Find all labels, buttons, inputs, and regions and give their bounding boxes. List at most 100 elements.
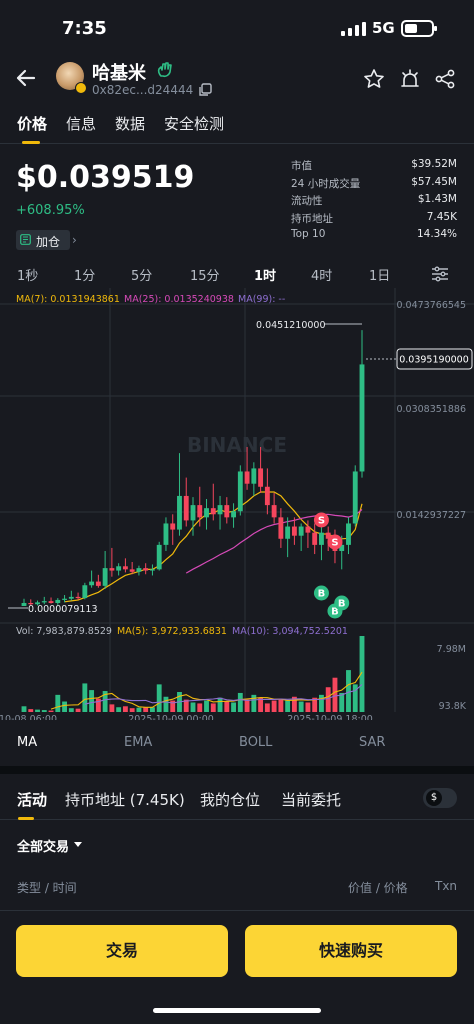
tab-price[interactable]: 价格 — [17, 113, 47, 134]
candle-body — [224, 505, 230, 518]
volume-bar — [68, 708, 74, 712]
volume-bar — [332, 677, 338, 712]
volume-bar — [143, 707, 149, 712]
volume-bar — [210, 703, 216, 712]
volume-bar — [109, 704, 115, 712]
volume-bar — [48, 710, 54, 712]
trade-filter-dropdown[interactable]: 全部交易 — [17, 836, 69, 855]
stat-value: 7.45K — [426, 210, 457, 223]
candle-body — [109, 568, 115, 571]
caret-down-icon[interactable] — [74, 842, 82, 847]
indicator-sar[interactable]: SAR — [359, 735, 385, 750]
column-txn: Txn — [435, 879, 458, 893]
volume-bar — [305, 702, 311, 712]
column-value-price: 价值 / 价格 — [348, 881, 408, 895]
interval-1d[interactable]: 1日 — [369, 265, 390, 284]
chevron-right-icon[interactable]: › — [72, 233, 77, 247]
tab-info[interactable]: 信息 — [66, 113, 96, 134]
x-axis-tick: 10-08 06:00 — [0, 714, 57, 720]
tab-data[interactable]: 数据 — [115, 113, 145, 134]
interval-selector: 1秒 1分 5分 15分 1时 4时 1日 — [0, 262, 474, 288]
candle-body — [264, 486, 270, 506]
volume-bar — [150, 707, 155, 712]
candle-body — [150, 569, 155, 571]
candle-body — [190, 505, 196, 521]
interval-1h[interactable]: 1时 — [254, 265, 276, 284]
section-divider — [0, 766, 474, 774]
stat-value: $39.52M — [411, 158, 457, 170]
token-header: 哈基米 0x82ec...d24444 — [0, 56, 474, 102]
candle-body — [231, 511, 236, 518]
token-name: 哈基米 — [92, 63, 146, 84]
candle-body — [271, 505, 277, 518]
interval-1m[interactable]: 1分 — [74, 265, 95, 284]
candle-body — [312, 532, 318, 545]
candlestick-chart-svg[interactable]: BINANCE SSBBB MA(7): 0.0131943861 MA(25):… — [0, 288, 474, 720]
volume-axis-tick: 7.98M — [437, 644, 466, 655]
volume-bar — [204, 700, 209, 712]
stat-top10: Top 10 14.34% — [291, 228, 457, 246]
token-stats: 市值 $39.52M 24 小时成交量 $57.45M 流动性 $1.43M 持… — [291, 158, 457, 246]
candle-body — [89, 581, 95, 586]
candle-body — [62, 598, 67, 600]
volume-bar — [89, 690, 95, 712]
candle-body — [197, 505, 203, 518]
share-icon[interactable] — [434, 68, 456, 90]
volume-bar — [298, 701, 304, 712]
candle-body — [82, 585, 88, 599]
copy-icon[interactable] — [198, 83, 212, 97]
currency-toggle[interactable]: $ — [423, 788, 457, 808]
volume-bar — [231, 702, 236, 712]
interval-15m[interactable]: 15分 — [190, 265, 220, 284]
volume-bar — [122, 706, 128, 712]
volume-ma10-legend: MA(10): 3,094,752.5201 — [232, 626, 348, 637]
add-position-label: 加仓 — [36, 235, 61, 249]
ma99-legend: MA(99): -- — [238, 294, 285, 305]
volume-bar — [346, 670, 351, 712]
stat-liquidity: 流动性 $1.43M — [291, 193, 457, 211]
candle-body — [170, 523, 176, 530]
candle-body — [244, 471, 250, 484]
volume-bar — [21, 706, 27, 712]
trade-marker-label: S — [318, 516, 325, 527]
indicator-ema[interactable]: EMA — [124, 735, 152, 750]
add-position-button[interactable]: 加仓 — [16, 230, 70, 250]
tab-open-orders[interactable]: 当前委托 — [281, 789, 341, 810]
candle-body — [48, 601, 54, 603]
volume-bar — [237, 692, 243, 712]
volume-bar — [278, 699, 284, 712]
volume-bar — [244, 699, 250, 712]
volume-bar — [163, 696, 169, 712]
quick-buy-button[interactable]: 快速购买 — [245, 925, 457, 977]
indicator-boll[interactable]: BOLL — [239, 735, 272, 750]
volume-bar — [190, 702, 196, 712]
price-chart[interactable]: BINANCE SSBBB MA(7): 0.0131943861 MA(25):… — [0, 288, 474, 720]
candle-body — [319, 532, 324, 545]
interval-4h[interactable]: 4时 — [311, 265, 332, 284]
trade-button[interactable]: 交易 — [16, 925, 228, 977]
candle-body — [298, 526, 304, 536]
price-alert-icon[interactable] — [399, 68, 421, 90]
tab-security[interactable]: 安全检测 — [164, 113, 224, 134]
tab-activity[interactable]: 活动 — [17, 789, 47, 810]
candle-body — [129, 569, 135, 572]
volume-bar — [136, 707, 142, 712]
interval-5m[interactable]: 5分 — [131, 265, 152, 284]
candle-body — [122, 566, 128, 570]
chart-labels: MA(7): 0.0131943861 MA(25): 0.0135240938 M… — [0, 294, 473, 720]
star-icon[interactable] — [363, 68, 385, 90]
volume-bar — [197, 703, 203, 712]
chart-settings-icon[interactable] — [431, 266, 449, 282]
chain-badge-icon — [75, 82, 87, 94]
indicator-ma[interactable]: MA — [17, 735, 37, 750]
volume-bar — [41, 710, 47, 712]
tab-holders[interactable]: 持币地址 (7.45K) — [65, 789, 185, 810]
volume-bar — [82, 683, 88, 712]
back-arrow-icon[interactable] — [12, 64, 40, 92]
tab-my-positions[interactable]: 我的仓位 — [200, 789, 260, 810]
volume-ma5-legend: MA(5): 3,972,933.6831 — [117, 626, 227, 637]
interval-1s[interactable]: 1秒 — [17, 265, 38, 284]
y-axis-tick: 0.0473766545 — [396, 300, 466, 311]
volume-bar — [129, 708, 135, 712]
candle-body — [352, 471, 358, 524]
